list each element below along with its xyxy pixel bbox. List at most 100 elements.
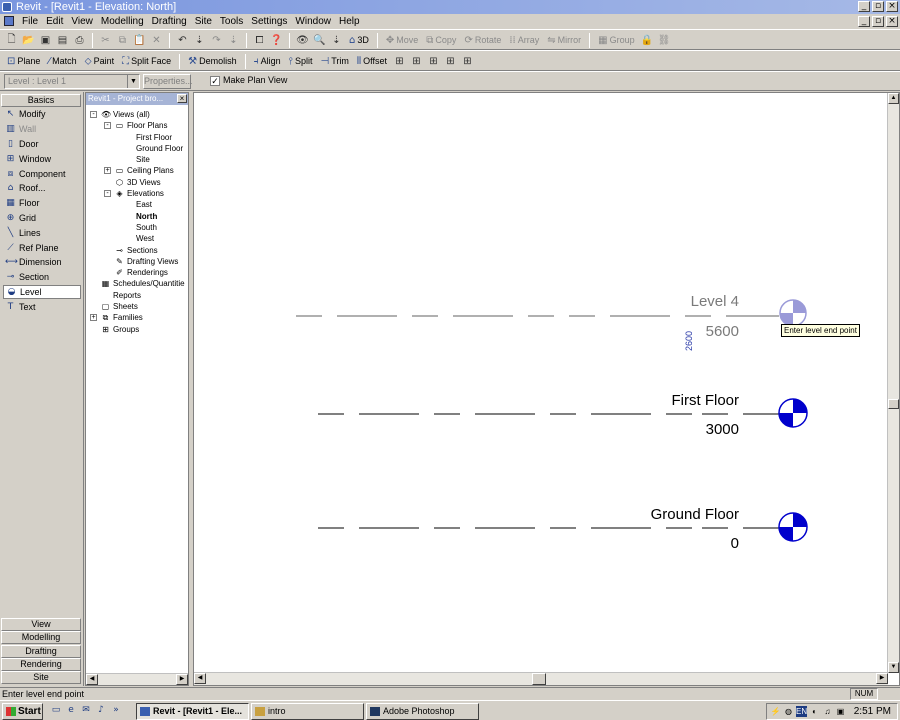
design-tool-ref-plane[interactable]: ⟋ Ref Plane [3,240,81,255]
network-icon[interactable]: ⚡ [770,706,781,717]
temporary-dimension[interactable]: 2600 [684,331,694,351]
tab-modelling[interactable]: Modelling [1,631,81,645]
design-tool-text[interactable]: T Text [3,299,81,314]
zoom-dropdown-icon[interactable]: ⇣ [329,33,344,48]
design-tool-lines[interactable]: ╲ Lines [3,225,81,240]
doc-restore-button[interactable]: ▫ [872,16,884,27]
design-tool-grid[interactable]: ⊕ Grid [3,211,81,226]
monitor-icon[interactable]: ▣ [835,706,846,717]
tree-item-site[interactable]: Site [88,154,188,165]
menu-file[interactable]: File [18,15,42,28]
start-button[interactable]: Start [2,703,43,720]
delete-icon[interactable]: ✕ [149,33,164,48]
save-icon[interactable]: ▣ [38,33,53,48]
elevation-view[interactable] [194,93,888,673]
menu-settings[interactable]: Settings [247,15,291,28]
demolish-button[interactable]: ⚒ Demolish [185,53,239,69]
expand-icon[interactable]: + [90,314,97,322]
media-icon[interactable]: ♪ [95,704,107,716]
ground-floor-elevation[interactable]: 0 [669,535,739,552]
collapse-icon[interactable]: - [104,122,111,130]
chevron-down-icon[interactable]: ▼ [127,75,139,88]
pick-icon[interactable]: ⊞ [460,54,475,69]
level-4-elevation[interactable]: 5600 [669,323,739,340]
tree-item-3d-views[interactable]: ⬡ 3D Views [88,177,188,188]
ground-floor-name[interactable]: Ground Floor [619,506,739,523]
new-icon[interactable]: 🗋 [4,33,19,48]
design-tool-dimension[interactable]: ⟷ Dimension [3,255,81,270]
open-icon[interactable]: 📂 [21,33,36,48]
tab-site[interactable]: Site [1,671,81,685]
redo-dropdown-icon[interactable]: ⇣ [226,33,241,48]
properties-button[interactable]: Properties... [143,74,193,89]
outlook-icon[interactable]: ✉ [80,704,92,716]
horizontal-scroll-thumb[interactable] [532,673,546,685]
level-4-name[interactable]: Level 4 [669,293,739,310]
array-button[interactable]: ⁞⁞ Array [506,32,542,48]
tab-basics[interactable]: Basics [1,94,81,107]
snap-icon[interactable]: ⊞ [392,54,407,69]
antivirus-icon[interactable]: ◐ [809,706,820,717]
tree-item-views-all[interactable]: - 👁 Views (all) [88,109,188,120]
design-tool-floor[interactable]: ▦ Floor [3,196,81,211]
make-plan-view-checkbox[interactable]: ✓ [210,76,220,86]
expand-icon[interactable]: + [104,167,111,175]
collapse-icon[interactable]: - [104,190,111,198]
mirror-button[interactable]: ⇋ Mirror [544,32,584,48]
globe-icon[interactable]: ◍ [783,706,794,717]
tree-item-floor-plans[interactable]: - ▭ Floor Plans [88,120,188,131]
language-indicator[interactable]: EN [796,706,807,717]
menu-view[interactable]: View [67,15,97,28]
tree-item-south[interactable]: South [88,222,188,233]
scroll-up-icon[interactable]: ▲ [888,93,899,104]
offset-button[interactable]: ⫴ Offset [354,53,390,69]
doc-close-button[interactable]: × [886,16,898,27]
cut-icon[interactable]: ✂ [98,33,113,48]
thin-lines-icon[interactable]: ⧠ [252,33,267,48]
design-tool-wall[interactable]: ▥ Wall [3,122,81,137]
scroll-left-icon[interactable]: ◀ [194,673,206,684]
task-revit[interactable]: Revit - [Revit1 - Ele... [136,703,249,720]
tree-item-ceiling-plans[interactable]: + ▭ Ceiling Plans [88,165,188,176]
paste-icon[interactable]: 📋 [132,33,147,48]
task-intro[interactable]: intro [251,703,364,720]
menu-modelling[interactable]: Modelling [97,15,148,28]
menu-tools[interactable]: Tools [216,15,247,28]
lock-icon[interactable]: 🔒 [640,33,655,48]
menu-help[interactable]: Help [335,15,364,28]
tree-item-west[interactable]: West [88,233,188,244]
align-icon[interactable]: ⊞ [409,54,424,69]
menu-drafting[interactable]: Drafting [148,15,191,28]
move-button[interactable]: ✥ Move [383,32,421,48]
rotate-button[interactable]: ⟳ Rotate [461,32,504,48]
design-tool-roof[interactable]: ⌂ Roof... [3,181,81,196]
tab-drafting[interactable]: Drafting [1,644,81,658]
quick-launch-more-icon[interactable]: » [110,704,122,716]
tab-rendering[interactable]: Rendering [1,657,81,671]
menu-window[interactable]: Window [291,15,335,28]
browser-icon[interactable]: e [65,704,77,716]
first-floor-name[interactable]: First Floor [639,392,740,409]
tree-item-reports[interactable]: Reports [88,290,188,301]
copy-button[interactable]: ⧉ Copy [423,32,459,48]
split-face-button[interactable]: ⛶ Split Face [119,53,174,69]
tree-item-schedules-quantitie[interactable]: ▦ Schedules/Quantitie [88,278,188,289]
tree-item-sheets[interactable]: ▢ Sheets [88,301,188,312]
tab-view[interactable]: View [1,618,81,631]
drawing-vertical-scrollbar[interactable]: ▲ ▼ [887,93,899,673]
scroll-down-icon[interactable]: ▼ [888,662,899,673]
design-tool-door[interactable]: ▯ Door [3,137,81,152]
menu-edit[interactable]: Edit [42,15,67,28]
scroll-right-icon[interactable]: ▶ [876,673,888,684]
tree-item-north[interactable]: North [88,211,188,222]
tree-item-elevations[interactable]: - ◈ Elevations [88,188,188,199]
tree-item-drafting-views[interactable]: ✎ Drafting Views [88,256,188,267]
design-tool-component[interactable]: ⧈ Component [3,166,81,181]
redo-icon[interactable]: ↷ [209,33,224,48]
restore-button[interactable]: ▫ [872,1,884,12]
save-as-icon[interactable]: ▤ [55,33,70,48]
3d-view-button[interactable]: ⌂ 3D [346,32,372,48]
copy-monitor-icon[interactable]: ⊞ [443,54,458,69]
drawing-horizontal-scrollbar[interactable]: ◀ ▶ [194,672,888,685]
scroll-left-icon[interactable]: ◀ [86,674,98,685]
